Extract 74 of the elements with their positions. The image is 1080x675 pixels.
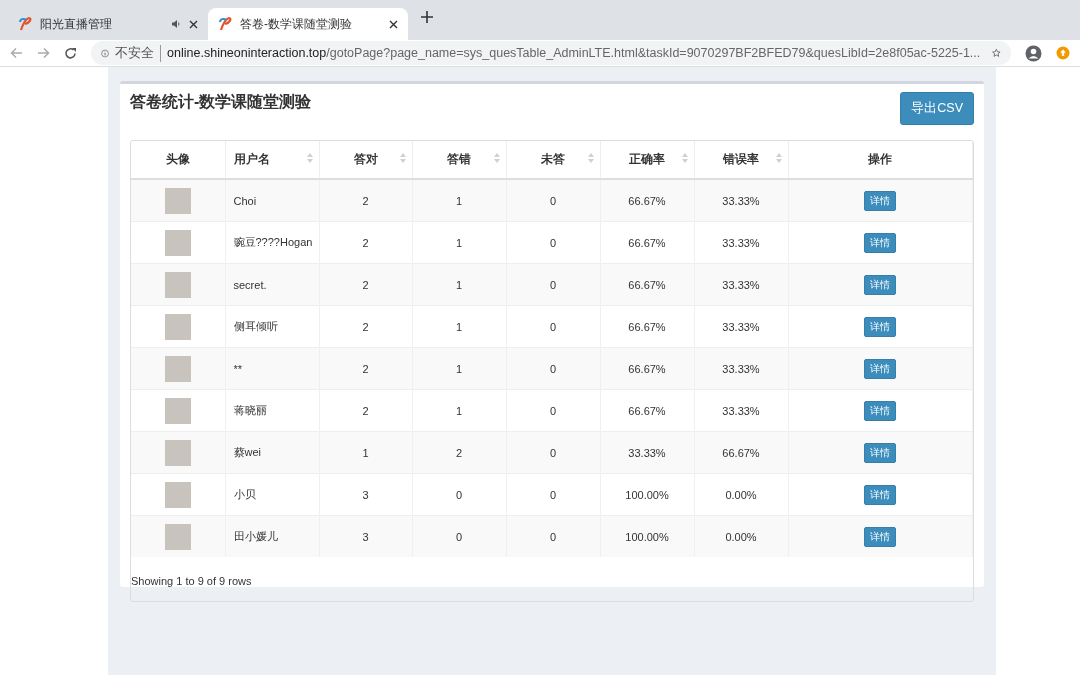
table-cell: 66.67%: [600, 263, 694, 306]
details-button[interactable]: 详情: [864, 232, 897, 253]
table-cell: 2: [412, 431, 506, 474]
table-cell: 66.67%: [600, 347, 694, 390]
logo-icon: [18, 16, 32, 32]
username-cell: 田小媛儿: [225, 515, 319, 557]
address-bar[interactable]: 不安全 online.shineoninteraction.top/gotoPage?page_name=sys_quesTable_AdminLTE.html&taskId=9070297BF2BFED79&quesLibId=2e8f05ac-5225-1...: [91, 41, 1011, 65]
profile-icon[interactable]: [1025, 44, 1042, 62]
table-cell: 2: [319, 263, 412, 306]
table-cell: 1: [412, 179, 506, 222]
pagination-info: Showing 1 to 9 of 9 rows: [131, 575, 252, 587]
table-cell: 0.00%: [694, 515, 788, 557]
sort-icon[interactable]: [681, 153, 688, 163]
sort-icon[interactable]: [399, 153, 406, 163]
sort-icon[interactable]: [306, 153, 313, 163]
avatar-placeholder: [164, 439, 191, 466]
back-arrow-icon[interactable]: [10, 47, 23, 59]
details-button[interactable]: 详情: [864, 442, 897, 463]
update-icon[interactable]: [1056, 46, 1070, 60]
table-cell: 1: [412, 347, 506, 390]
table-cell: 66.67%: [694, 431, 788, 474]
details-button[interactable]: 详情: [864, 190, 897, 211]
username-cell: **: [225, 347, 319, 390]
table-cell: 66.67%: [600, 179, 694, 222]
table-cell: 2: [319, 347, 412, 390]
table-cell: 0: [412, 515, 506, 557]
table-cell: 3: [319, 515, 412, 557]
close-icon[interactable]: [189, 19, 198, 29]
table-cell: 33.33%: [694, 263, 788, 306]
avatar-placeholder: [164, 397, 191, 424]
table-cell: 0: [506, 263, 600, 306]
export-csv-button[interactable]: 导出CSV: [900, 92, 974, 125]
details-button[interactable]: 详情: [864, 484, 897, 505]
avatar-placeholder: [164, 229, 191, 256]
reload-icon[interactable]: [64, 46, 77, 60]
avatar-placeholder: [164, 271, 191, 298]
avatar-placeholder: [164, 481, 191, 508]
security-label: 不安全: [115, 44, 162, 62]
sort-icon[interactable]: [587, 153, 594, 163]
table-cell: 33.33%: [600, 431, 694, 474]
url-text: online.shineoninteraction.top/gotoPage?page_name=sys_quesTable_AdminLTE.html&taskId=9070297BF2BFED79&quesLibId=2e8f05ac-5225-1...: [167, 46, 981, 60]
close-icon[interactable]: [389, 19, 398, 29]
details-button[interactable]: 详情: [864, 526, 897, 547]
avatar-placeholder: [164, 187, 191, 214]
table-cell: 2: [319, 179, 412, 222]
star-icon[interactable]: [992, 46, 1001, 60]
details-button[interactable]: 详情: [864, 358, 897, 379]
forward-arrow-icon[interactable]: [37, 47, 50, 59]
sort-icon[interactable]: [493, 153, 500, 163]
details-button[interactable]: 详情: [864, 400, 897, 421]
table-cell: 0: [506, 431, 600, 474]
avatar-placeholder: [164, 313, 191, 340]
page-title: 答卷统计-数学课随堂测验: [130, 92, 312, 112]
sort-icon[interactable]: [775, 153, 782, 163]
browser-tab[interactable]: 阳光直播管理: [8, 8, 208, 40]
table-cell: 0: [506, 179, 600, 222]
table-cell: 1: [412, 263, 506, 306]
username-cell: 蔡wei: [225, 431, 319, 474]
table-cell: 0: [506, 515, 600, 557]
table-cell: 33.33%: [694, 179, 788, 222]
table-cell: 33.33%: [694, 347, 788, 390]
browser-tab[interactable]: 答卷-数学课随堂测验: [208, 8, 408, 40]
table-cell: 100.00%: [600, 515, 694, 557]
info-icon[interactable]: [101, 46, 110, 60]
username-cell: Choi: [225, 179, 319, 222]
avatar-placeholder: [164, 355, 191, 382]
table-cell: 1: [319, 431, 412, 474]
logo-icon: [218, 16, 232, 32]
username-cell: secret.: [225, 263, 319, 306]
avatar-placeholder: [164, 523, 191, 550]
speaker-icon[interactable]: [171, 19, 181, 29]
table-cell: 0: [506, 347, 600, 390]
details-button[interactable]: 详情: [864, 316, 897, 337]
details-button[interactable]: 详情: [864, 274, 897, 295]
